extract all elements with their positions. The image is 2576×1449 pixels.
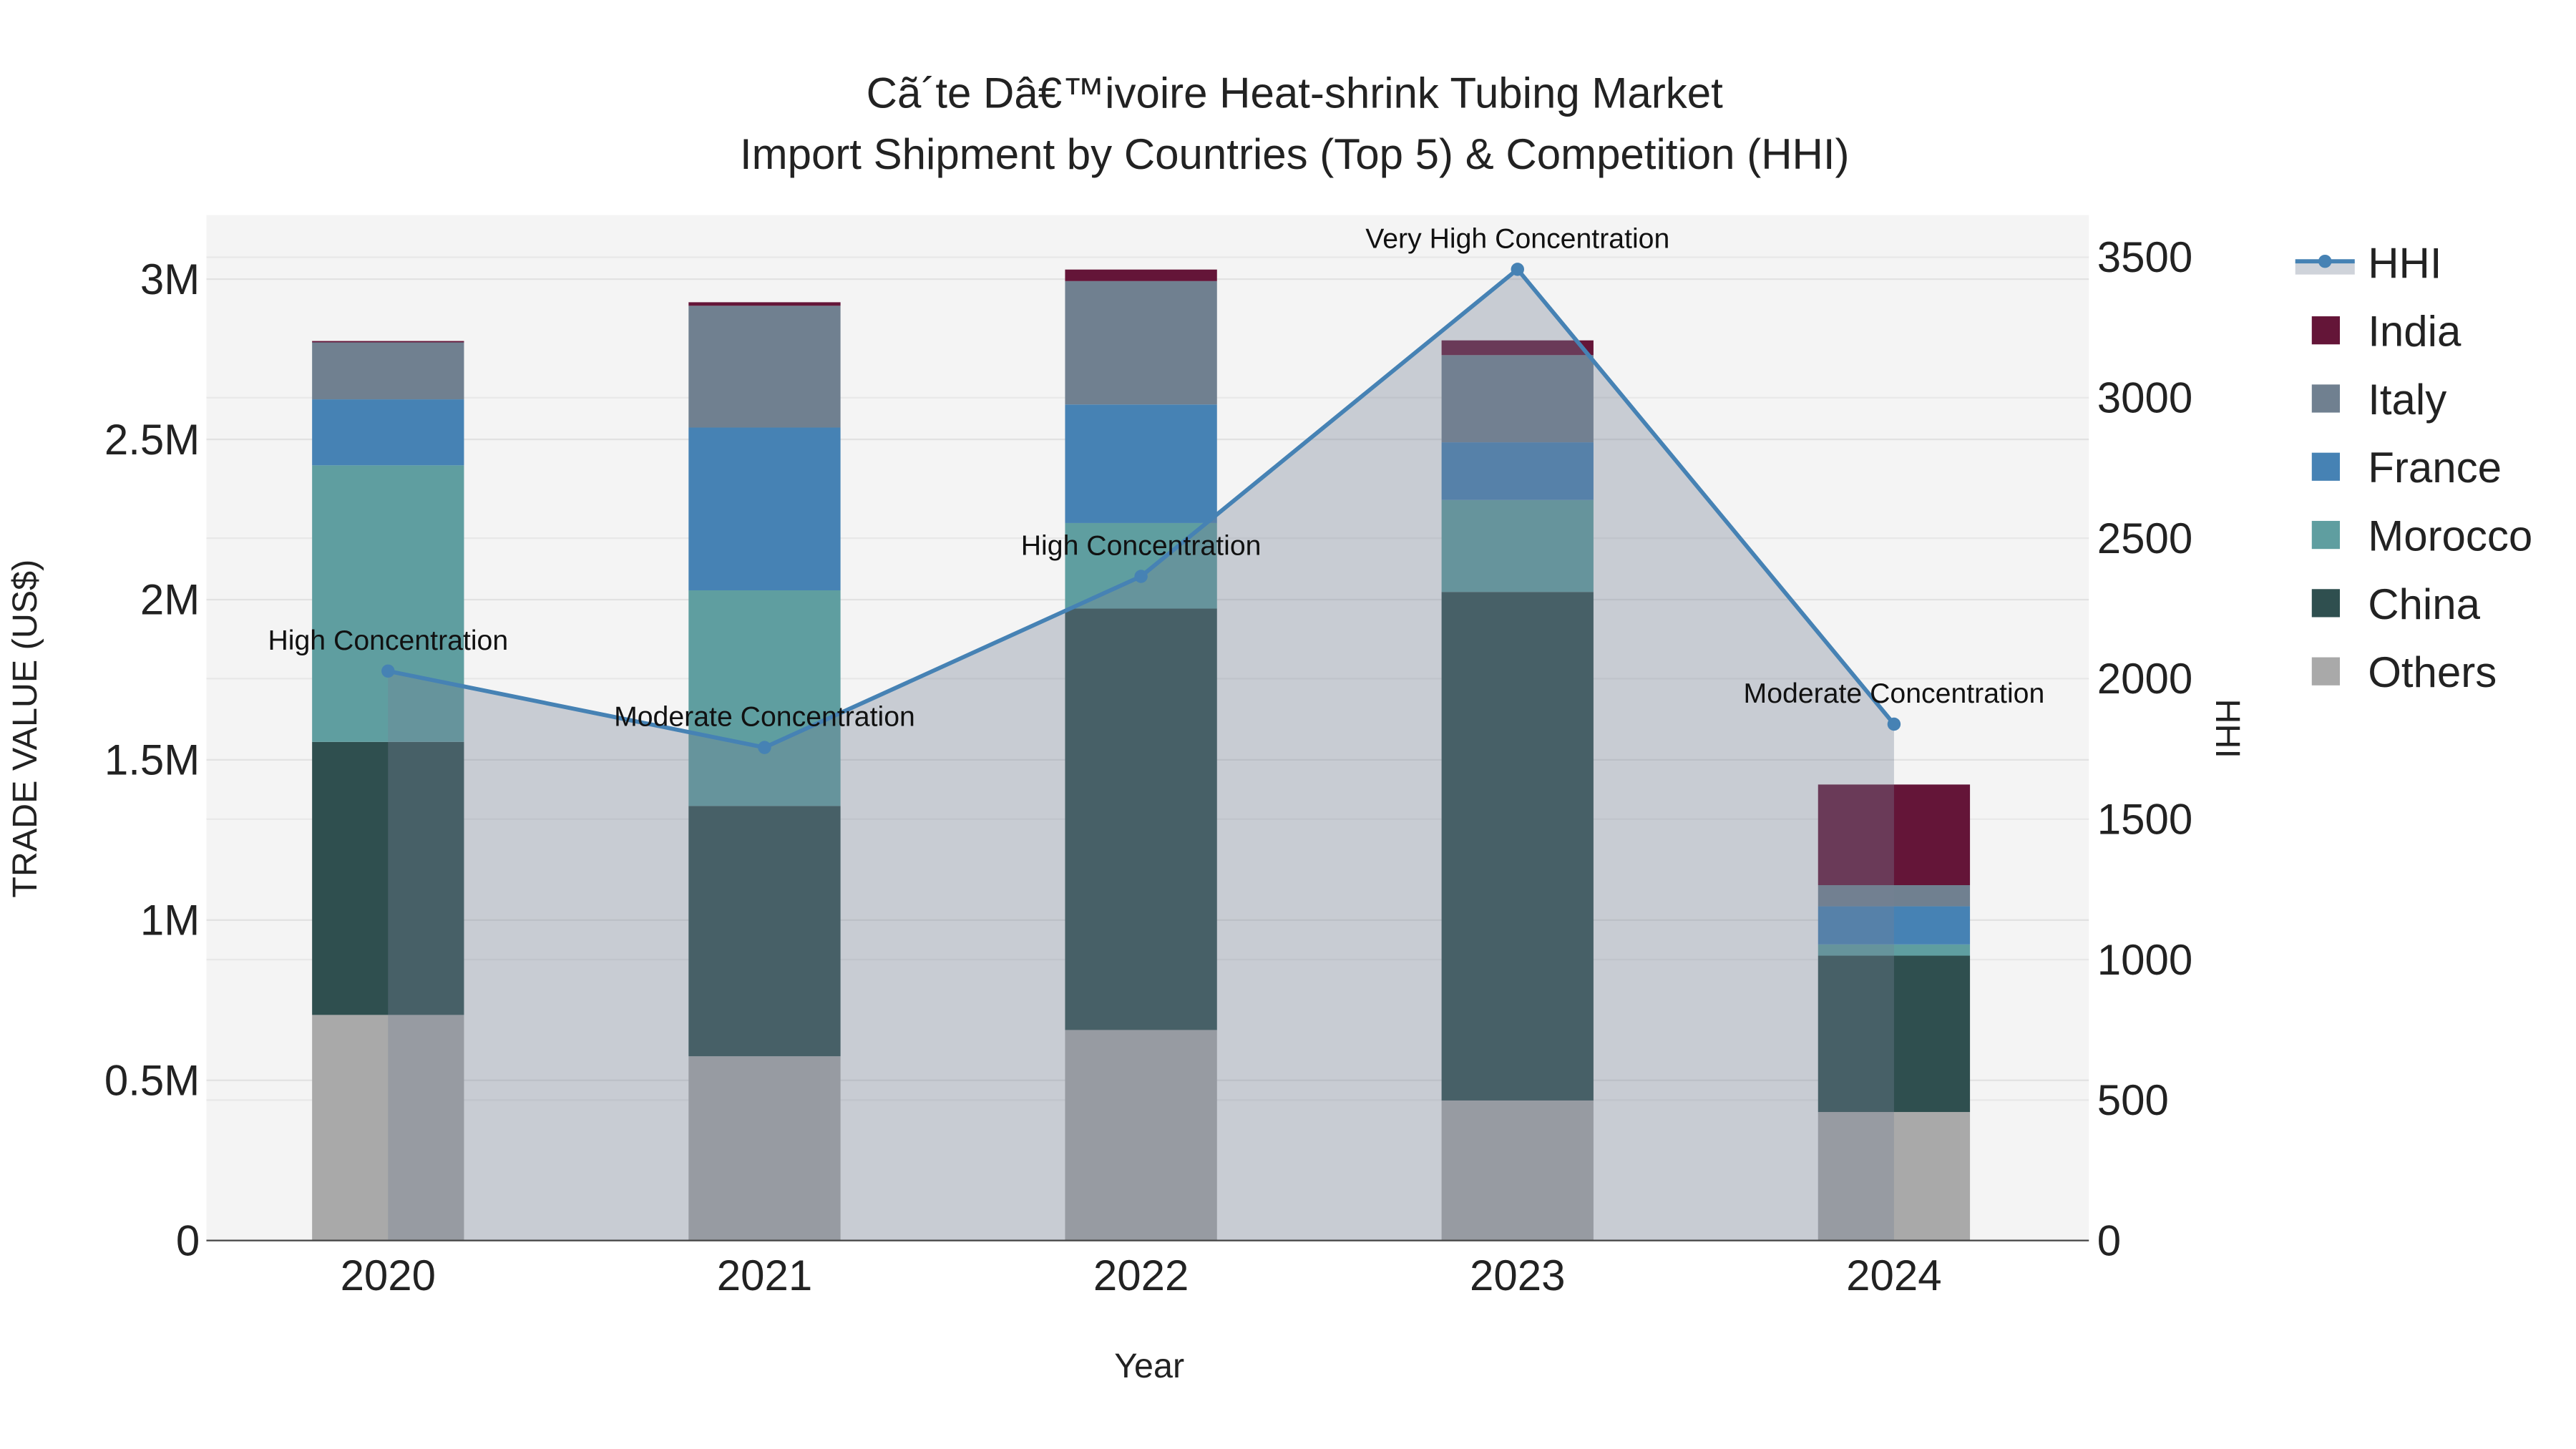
y2-tick-label: 0 — [2097, 1216, 2121, 1264]
hhi-point — [1511, 263, 1524, 276]
y2-tick-label: 2000 — [2097, 655, 2192, 703]
x-tick-label: 2023 — [1470, 1252, 1565, 1299]
hhi-point — [758, 741, 771, 754]
legend-swatch-hhi-point — [2318, 254, 2332, 268]
y-tick-label: 0.5M — [104, 1057, 200, 1105]
hhi-point — [381, 664, 395, 678]
bar-italy-2020 — [312, 341, 464, 400]
hhi-annotation: Very High Concentration — [1365, 223, 1669, 254]
legend-swatch-india — [2311, 316, 2340, 345]
bar-france-2020 — [312, 399, 464, 466]
legend-label-others: Others — [2368, 648, 2497, 696]
x-tick-label: 2024 — [1846, 1252, 1941, 1299]
y-tick-label: 1.5M — [104, 736, 200, 784]
bar-italy-2022 — [1065, 280, 1217, 405]
legend-label-india: India — [2368, 308, 2462, 356]
hhi-point — [1887, 717, 1901, 731]
chart-title: Cã´te Dâ€™ivoire Heat-shrink Tubing Mark… — [867, 69, 1723, 117]
y-tick-label: 2.5M — [104, 416, 200, 464]
bar-italy-2021 — [688, 306, 841, 428]
y2-tick-label: 2500 — [2097, 514, 2192, 562]
chart-subtitle: Import Shipment by Countries (Top 5) & C… — [740, 130, 1850, 178]
y-tick-label: 1M — [140, 897, 200, 945]
legend-label-france: France — [2368, 444, 2502, 492]
y-tick-label: 3M — [140, 255, 200, 303]
bar-france-2021 — [688, 427, 841, 590]
y2-tick-label: 1500 — [2097, 795, 2192, 843]
bar-india-2020 — [312, 341, 464, 343]
legend-swatch-morocco — [2311, 520, 2340, 550]
legend-swatch-italy — [2311, 384, 2340, 413]
chart: Cã´te Dâ€™ivoire Heat-shrink Tubing Mark… — [6, 69, 2533, 1386]
hhi-point — [1134, 570, 1148, 583]
x-tick-label: 2021 — [717, 1252, 812, 1299]
legend-label-morocco: Morocco — [2368, 512, 2532, 560]
hhi-annotation: High Concentration — [268, 625, 508, 656]
y-tick-label: 2M — [140, 576, 200, 624]
hhi-annotation: Moderate Concentration — [1744, 678, 2045, 709]
x-tick-label: 2020 — [341, 1252, 436, 1299]
hhi-annotation: High Concentration — [1021, 530, 1262, 561]
y2-tick-label: 3500 — [2097, 233, 2192, 281]
legend-swatch-france — [2311, 452, 2340, 481]
legend-label-italy: Italy — [2368, 376, 2446, 424]
legend-label-hhi: HHI — [2368, 239, 2441, 287]
y2-axis-title: HHI — [2208, 699, 2247, 758]
y2-tick-label: 3000 — [2097, 374, 2192, 422]
bar-india-2021 — [688, 302, 841, 306]
hhi-annotation: Moderate Concentration — [614, 701, 915, 733]
legend-label-china: China — [2368, 580, 2480, 628]
y-axis-title: TRADE VALUE (US$) — [6, 560, 44, 898]
bar-india-2022 — [1065, 269, 1217, 281]
y2-tick-label: 500 — [2097, 1076, 2169, 1124]
legend-swatch-others — [2311, 657, 2340, 686]
y2-tick-label: 1000 — [2097, 936, 2192, 984]
y-tick-label: 0 — [176, 1216, 200, 1264]
legend-swatch-china — [2311, 589, 2340, 618]
x-axis-title: Year — [1114, 1347, 1184, 1385]
bar-france-2022 — [1065, 404, 1217, 523]
x-tick-label: 2022 — [1093, 1252, 1189, 1299]
